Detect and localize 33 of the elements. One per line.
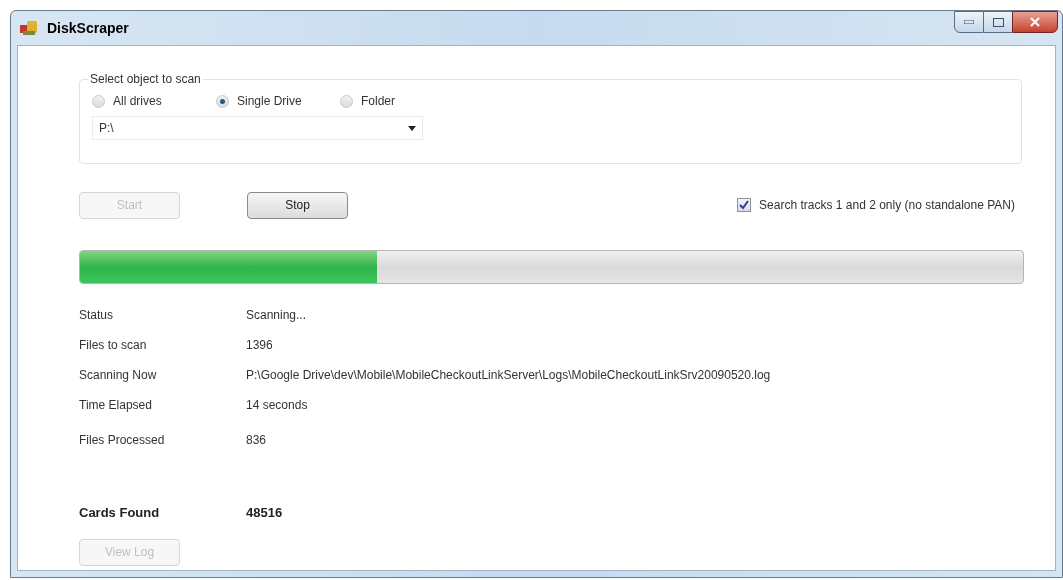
app-icon — [19, 19, 39, 37]
info-value: Scanning... — [246, 307, 307, 324]
info-label: Cards Found — [79, 504, 161, 522]
radio-button[interactable] — [216, 94, 229, 108]
minimize-button[interactable] — [954, 11, 984, 33]
close-icon — [1030, 17, 1040, 27]
maximize-button[interactable] — [984, 11, 1012, 33]
info-label: Files to scan — [79, 337, 148, 354]
stop-button[interactable]: Stop — [247, 191, 348, 219]
info-value: 14 seconds — [246, 397, 308, 414]
minimize-icon — [964, 20, 974, 24]
info-label: Status — [79, 307, 115, 324]
window-title: DiskScraper — [47, 18, 129, 38]
info-value: 1396 — [246, 337, 273, 354]
radio-option[interactable]: All drives — [92, 92, 192, 110]
drive-dropdown[interactable]: P:\ — [92, 116, 423, 140]
radio-button[interactable] — [92, 94, 105, 108]
info-label: Scanning Now — [79, 367, 158, 384]
checkbox-label: Search tracks 1 and 2 only (no standalone PAN) — [759, 197, 1015, 214]
info-value: P:\Google Drive\dev\Mobile\MobileCheckoutLinkServer\Logs\MobileCheckoutLinkSrv20090520.log — [246, 367, 771, 384]
radio-option[interactable]: Single Drive — [216, 92, 316, 110]
radio-button[interactable] — [340, 94, 353, 108]
info-label: Time Elapsed — [79, 397, 153, 414]
close-button[interactable] — [1012, 11, 1058, 33]
info-value: 48516 — [246, 504, 283, 522]
info-value: 836 — [246, 432, 267, 449]
maximize-icon — [992, 17, 1004, 27]
drive-value: P:\ — [99, 120, 114, 137]
group-title: Select object to scan — [89, 71, 202, 88]
info-label: Files Processed — [79, 432, 166, 449]
checkbox[interactable] — [737, 198, 752, 212]
radio-option[interactable]: Folder — [340, 92, 440, 110]
dropdown-arrow-icon — [408, 125, 416, 131]
